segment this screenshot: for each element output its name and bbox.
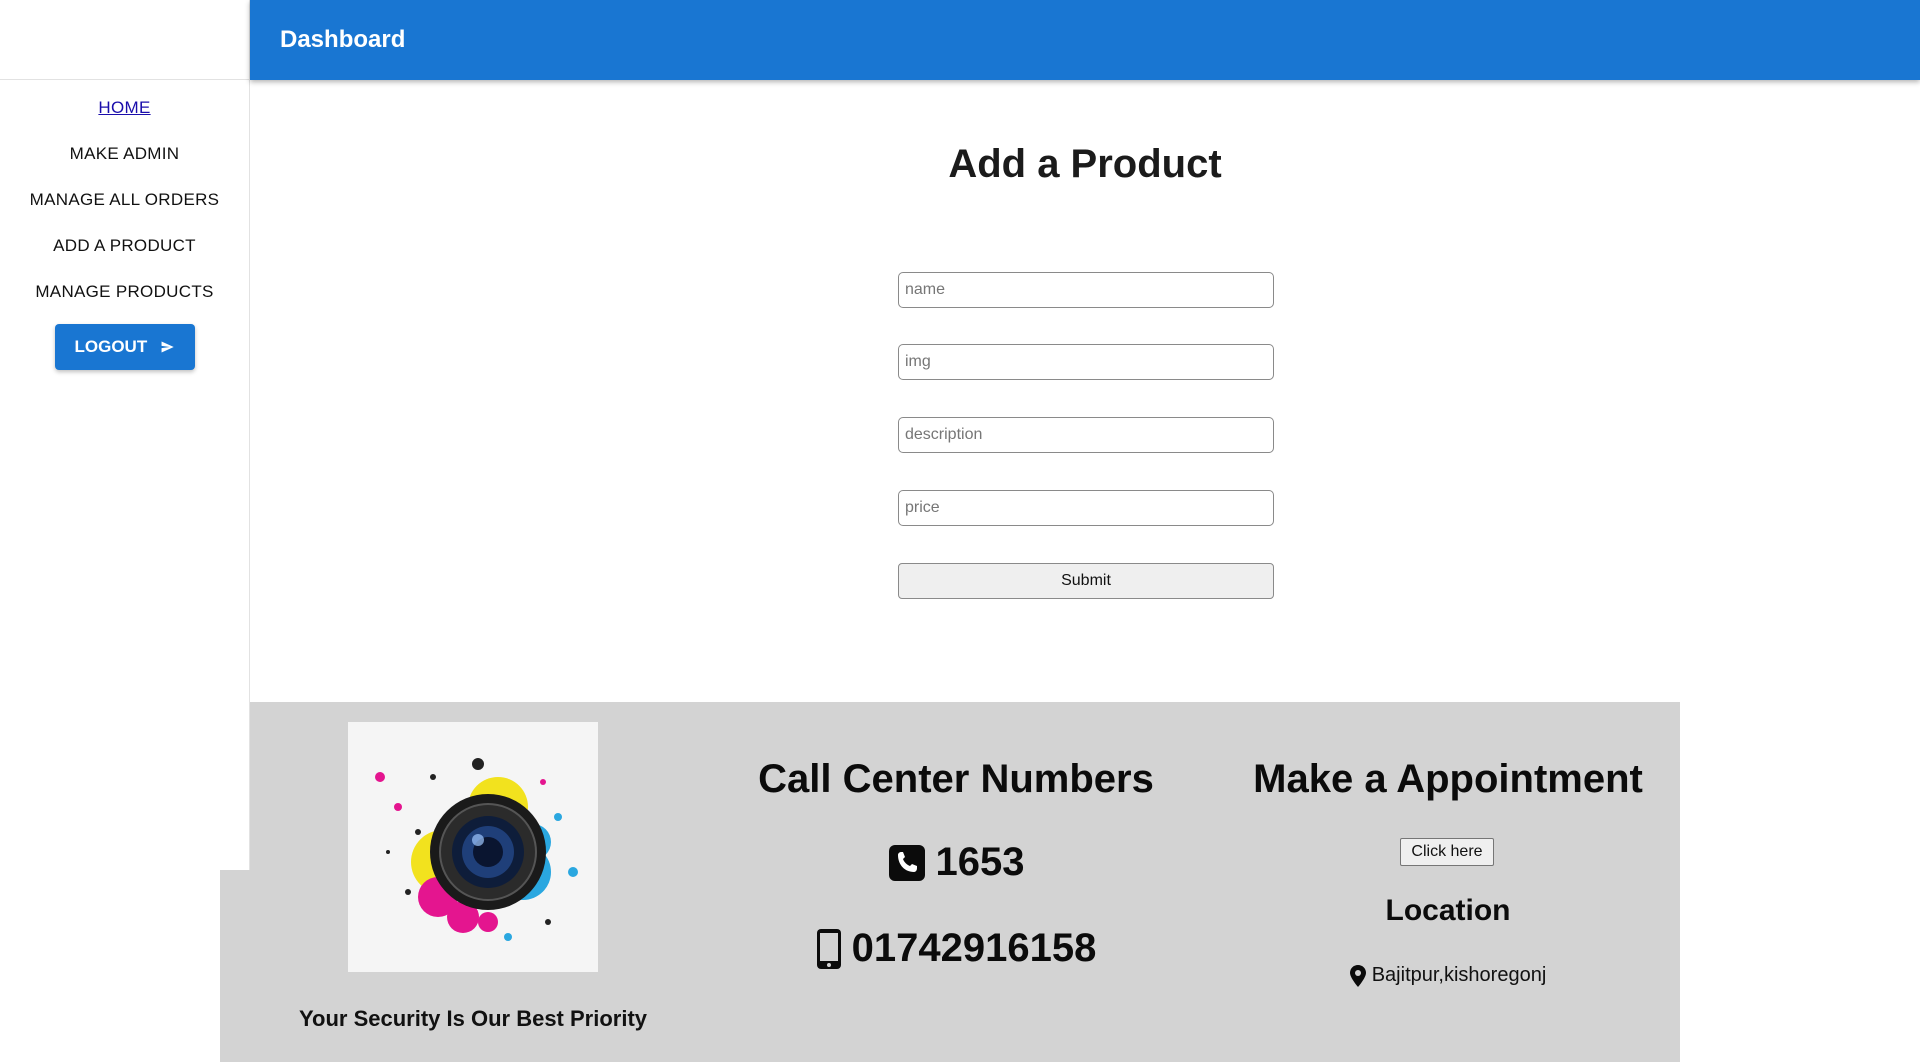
main-content: Add a Product Submit: [250, 80, 1920, 700]
description-input[interactable]: [898, 417, 1274, 453]
sidebar-header: [0, 0, 249, 80]
footer-notch: [220, 870, 250, 1062]
location-title: Location: [1385, 894, 1511, 927]
hotline-row: 1653: [696, 840, 1216, 885]
camera-logo: [348, 722, 598, 972]
add-product-form: Submit: [898, 272, 1274, 599]
app-bar: Dashboard: [250, 0, 1920, 80]
submit-button[interactable]: Submit: [898, 563, 1274, 599]
phone-square-icon: [888, 844, 925, 881]
price-input[interactable]: [898, 490, 1274, 526]
page-header-title: Dashboard: [280, 26, 406, 53]
logout-button[interactable]: LOGOUT: [54, 324, 195, 370]
sidebar-item-make-admin[interactable]: MAKE ADMIN: [70, 138, 180, 184]
sidebar: HOME MAKE ADMIN MANAGE ALL ORDERS ADD A …: [0, 0, 250, 870]
sidebar-item-manage-products[interactable]: MANAGE PRODUCTS: [35, 276, 213, 322]
camera-lens-icon: [348, 722, 598, 972]
app-root: HOME MAKE ADMIN MANAGE ALL ORDERS ADD A …: [0, 0, 1920, 1062]
footer-tagline: Your Security Is Our Best Priority: [298, 1006, 648, 1031]
mobile-phone-icon: [816, 928, 841, 969]
appointment-title: Make a Appointment: [1253, 757, 1643, 801]
call-center-title: Call Center Numbers: [758, 757, 1154, 801]
appointment-button[interactable]: Click here: [1400, 838, 1494, 866]
location-row: Bajitpur,kishoregonj: [1216, 964, 1680, 987]
map-pin-icon: [1349, 964, 1366, 987]
page-title: Add a Product: [948, 142, 1222, 186]
sidebar-item-add-a-product[interactable]: ADD A PRODUCT: [53, 230, 196, 276]
sidebar-item-manage-all-orders[interactable]: MANAGE ALL ORDERS: [30, 184, 220, 230]
sidebar-nav: HOME MAKE ADMIN MANAGE ALL ORDERS ADD A …: [0, 80, 249, 370]
sidebar-item-home[interactable]: HOME: [98, 92, 150, 138]
footer: Your Security Is Our Best Priority Call …: [250, 702, 1680, 1062]
send-icon: [161, 341, 174, 353]
img-input[interactable]: [898, 344, 1274, 380]
location-address: Bajitpur,kishoregonj: [1371, 964, 1547, 986]
mobile-row: 01742916158: [696, 926, 1216, 971]
hotline-number: 1653: [935, 840, 1025, 884]
name-input[interactable]: [898, 272, 1274, 308]
mobile-number: 01742916158: [851, 926, 1097, 970]
logout-label: LOGOUT: [74, 337, 148, 356]
